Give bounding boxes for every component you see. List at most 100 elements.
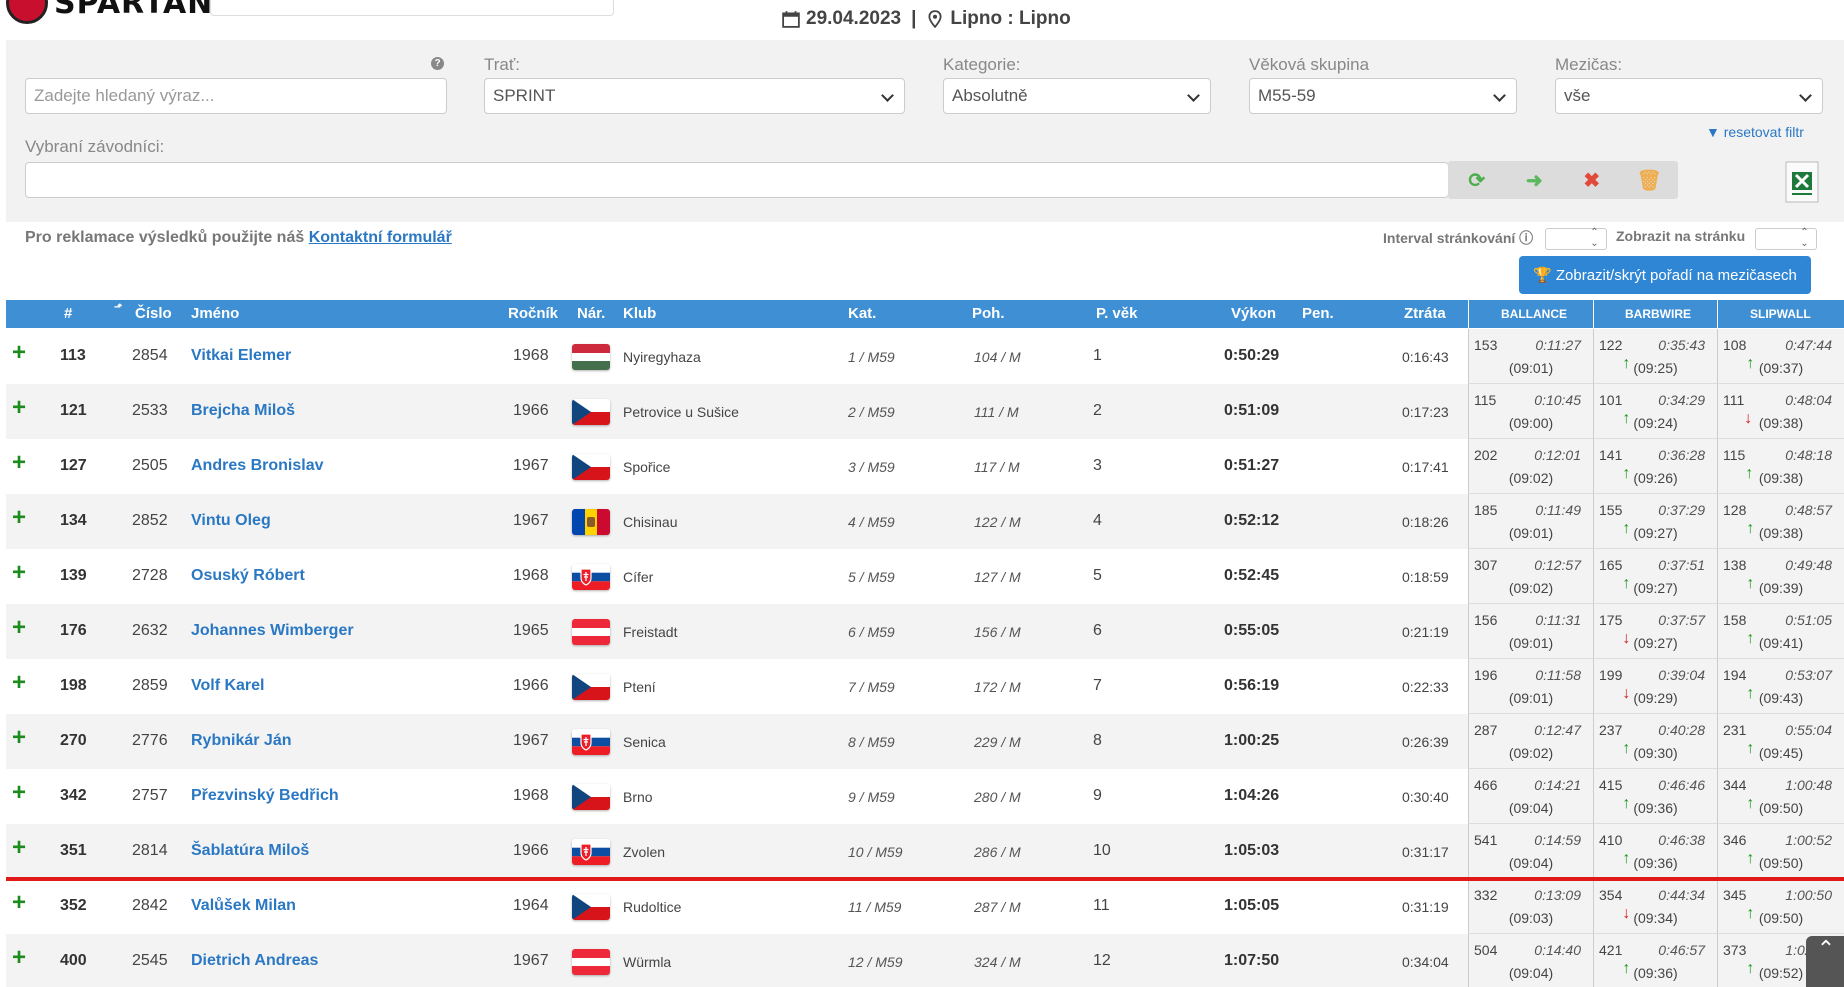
kategorie-select[interactable]: Absolutně bbox=[943, 78, 1211, 114]
col-num[interactable]: Číslo bbox=[135, 305, 172, 322]
col-nat[interactable]: Nár. bbox=[577, 305, 605, 322]
split-cell: 231 ↑ 0:55:04 (09:45) bbox=[1717, 714, 1844, 769]
expand-plus-icon[interactable]: + bbox=[12, 614, 26, 642]
split-position: 122 ↑ bbox=[1599, 337, 1630, 372]
trash-icon[interactable]: 🗑 bbox=[1621, 161, 1679, 199]
top-search-box[interactable] bbox=[210, 0, 614, 16]
cell-club: Cífer bbox=[623, 569, 654, 585]
reset-label: resetovat filtr bbox=[1723, 124, 1804, 140]
cell-name-link[interactable]: Johannes Wimberger bbox=[191, 622, 354, 640]
split-time: 0:11:31 bbox=[1535, 612, 1581, 628]
cell-pvek: 9 bbox=[1093, 787, 1102, 804]
paging-interval-input[interactable] bbox=[1545, 227, 1607, 250]
mezicas-select[interactable]: vše bbox=[1555, 78, 1823, 114]
expand-plus-icon[interactable]: + bbox=[12, 834, 26, 862]
split-position: 541 bbox=[1474, 832, 1497, 848]
expand-plus-icon[interactable]: + bbox=[12, 449, 26, 477]
split-pos-value: 156 bbox=[1474, 612, 1498, 628]
trat-select[interactable]: SPRINT bbox=[484, 78, 905, 114]
col-split-barbwire[interactable]: BARBWIRE bbox=[1625, 307, 1691, 321]
col-split-ballance[interactable]: BALLANCE bbox=[1501, 307, 1567, 321]
cell-year: 1967 bbox=[513, 457, 549, 474]
scroll-top-button[interactable]: ⌃ bbox=[1806, 936, 1844, 987]
split-pos-value: 196 bbox=[1474, 667, 1498, 683]
cell-poh: 127 / M bbox=[974, 569, 1021, 585]
col-poh[interactable]: Poh. bbox=[972, 305, 1005, 322]
filter-icon: ▼ bbox=[1706, 124, 1720, 140]
selected-racers-input[interactable] bbox=[25, 162, 1449, 198]
contact-form-link[interactable]: Kontaktní formulář bbox=[309, 229, 452, 246]
cell-name-link[interactable]: Brejcha Miloš bbox=[191, 402, 295, 420]
split-position: 111 ↓ bbox=[1723, 392, 1752, 427]
expand-plus-icon[interactable]: + bbox=[12, 669, 26, 697]
cell-name-link[interactable]: Dietrich Andreas bbox=[191, 952, 318, 970]
cell-name-link[interactable]: Volf Karel bbox=[191, 677, 265, 695]
split-position: 138 ↑ bbox=[1723, 557, 1754, 592]
expand-plus-icon[interactable]: + bbox=[12, 944, 26, 972]
cell-vykon: 0:51:27 bbox=[1224, 457, 1280, 474]
excel-export-icon[interactable] bbox=[1784, 160, 1820, 204]
cell-ztrata: 0:21:19 bbox=[1402, 624, 1449, 640]
col-pen[interactable]: Pen. bbox=[1302, 305, 1334, 322]
split-pace: (09:43) bbox=[1758, 690, 1804, 706]
split-pace: (09:30) bbox=[1633, 745, 1678, 761]
close-icon[interactable]: ✖ bbox=[1563, 161, 1621, 199]
expand-plus-icon[interactable]: + bbox=[12, 394, 26, 422]
col-split-slipwall[interactable]: SLIPWALL bbox=[1750, 307, 1811, 321]
cell-name-link[interactable]: Osuský Róbert bbox=[191, 567, 305, 585]
refresh-icon[interactable]: ⟳ bbox=[1448, 161, 1506, 199]
cell-ztrata: 0:31:19 bbox=[1402, 899, 1449, 915]
split-pos-value: 115 bbox=[1723, 447, 1746, 463]
expand-plus-icon[interactable]: + bbox=[12, 724, 26, 752]
split-cell: 202 0:12:01 (09:02) bbox=[1468, 439, 1593, 494]
cell-pvek: 2 bbox=[1093, 402, 1102, 419]
cell-rank: 342 bbox=[60, 787, 87, 804]
cell-name-link[interactable]: Šablatúra Miloš bbox=[191, 842, 309, 860]
logo[interactable]: SPARTAN bbox=[6, 0, 213, 24]
split-position: 115 ↑ bbox=[1723, 447, 1753, 482]
col-ztrata[interactable]: Ztráta bbox=[1404, 305, 1446, 322]
sort-icon[interactable]: ⬏ bbox=[114, 302, 122, 313]
split-position: 287 bbox=[1474, 722, 1497, 738]
cell-rank: 352 bbox=[60, 897, 87, 914]
expand-plus-icon[interactable]: + bbox=[12, 559, 26, 587]
vek-select[interactable]: M55-59 bbox=[1249, 78, 1517, 114]
split-position: 344 ↑ bbox=[1723, 777, 1754, 812]
help-icon[interactable]: ? bbox=[431, 57, 444, 70]
col-club[interactable]: Klub bbox=[623, 305, 656, 322]
flag-hu-icon bbox=[572, 344, 610, 370]
cell-ztrata: 0:31:17 bbox=[1402, 844, 1449, 860]
calendar-icon bbox=[782, 11, 800, 28]
arrow-right-icon[interactable]: ➜ bbox=[1506, 161, 1564, 199]
expand-plus-icon[interactable]: + bbox=[12, 504, 26, 532]
col-year[interactable]: Ročník bbox=[508, 305, 558, 322]
expand-plus-icon[interactable]: + bbox=[12, 779, 26, 807]
split-time: 0:37:29 bbox=[1658, 502, 1705, 518]
red-divider bbox=[6, 877, 1844, 881]
expand-plus-icon[interactable]: + bbox=[12, 889, 26, 917]
split-position: 231 ↑ bbox=[1723, 722, 1754, 757]
toggle-split-ranks-button[interactable]: 🏆 Zobrazit/skrýt pořadí na mezičasech bbox=[1519, 256, 1811, 294]
expand-plus-icon[interactable]: + bbox=[12, 339, 26, 367]
table-row: +198 2859 Volf Karel 1966 Ptení 7 / M59 172 / … bbox=[6, 659, 1844, 714]
cell-name-link[interactable]: Valůšek Milan bbox=[191, 897, 296, 915]
cell-name-link[interactable]: Vintu Oleg bbox=[191, 512, 271, 530]
cell-rank: 113 bbox=[60, 347, 86, 364]
cell-name-link[interactable]: Přezvinský Bedřich bbox=[191, 787, 339, 805]
split-pos-value: 504 bbox=[1474, 942, 1498, 958]
col-kat[interactable]: Kat. bbox=[848, 305, 876, 322]
col-name[interactable]: Jméno bbox=[191, 305, 239, 322]
cell-name-link[interactable]: Vitkai Elemer bbox=[191, 347, 291, 365]
reset-filter-link[interactable]: ▼ resetovat filtr bbox=[1706, 124, 1804, 140]
per-page-input[interactable] bbox=[1755, 227, 1817, 250]
cell-name-link[interactable]: Andres Bronislav bbox=[191, 457, 323, 475]
cell-ztrata: 0:30:40 bbox=[1402, 789, 1449, 805]
search-input[interactable]: Zadejte hledaný výraz... bbox=[25, 78, 447, 114]
split-pace: (09:36) bbox=[1633, 965, 1678, 981]
cell-name-link[interactable]: Rybnikár Ján bbox=[191, 732, 291, 750]
col-vykon[interactable]: Výkon bbox=[1231, 305, 1276, 322]
col-pvek[interactable]: P. věk bbox=[1096, 305, 1137, 322]
col-rank[interactable]: # bbox=[64, 305, 72, 322]
split-pos-value: 185 bbox=[1474, 502, 1498, 518]
split-time: 0:48:18 bbox=[1785, 447, 1832, 463]
